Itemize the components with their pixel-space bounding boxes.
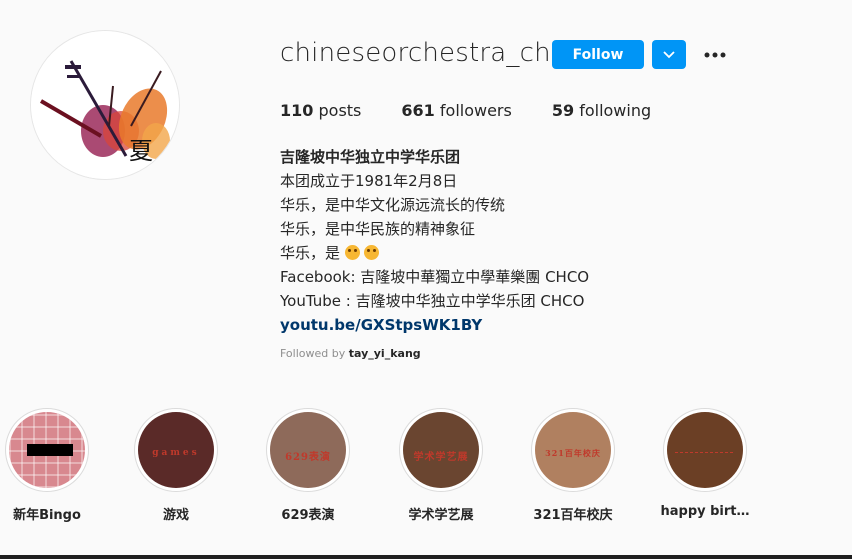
highlight-cover-ring: 学术学艺展 bbox=[399, 408, 483, 492]
highlight-item[interactable]: happy birt… bbox=[650, 408, 760, 519]
followers-label: followers bbox=[439, 101, 512, 120]
followed-by-prefix: Followed by bbox=[280, 347, 346, 360]
bio-line: 华乐，是 bbox=[280, 244, 341, 262]
bio-external-link[interactable]: youtu.be/GXStpsWK1BY bbox=[280, 313, 589, 337]
thinking-face-emoji-icon bbox=[363, 245, 379, 260]
highlight-cover-ring bbox=[663, 408, 747, 492]
posts-count: 110 bbox=[280, 101, 314, 120]
bio-line: 本团成立于1981年2月8日 bbox=[280, 172, 458, 190]
more-options-icon bbox=[704, 52, 726, 57]
avatar-char: 夏 bbox=[129, 137, 153, 165]
cover-decoration bbox=[675, 452, 735, 453]
profile-bio: 吉隆坡中华独立中学华乐团 本团成立于1981年2月8日 华乐，是中华文化源远流长… bbox=[280, 145, 589, 337]
highlight-cover bbox=[667, 412, 743, 488]
highlight-item[interactable]: games 游戏 bbox=[121, 408, 231, 523]
bio-line: 华乐，是中华民族的精神象征 bbox=[280, 220, 476, 238]
bio-line: 华乐，是中华文化源远流长的传统 bbox=[280, 196, 506, 214]
highlight-label: 学术学艺展 bbox=[408, 508, 474, 523]
orchestra-logo-image bbox=[31, 31, 179, 179]
highlight-cover-title: 629表演 bbox=[285, 452, 331, 463]
story-highlights: 新年Bingo games 游戏 629表演 629表演 学术学艺展 学术学艺展… bbox=[0, 408, 852, 538]
profile-stats: 110 posts 661 followers 59 following bbox=[280, 101, 691, 120]
profile-username: chineseorchestra_chkl bbox=[280, 38, 574, 68]
bio-facebook-line: Facebook: 吉隆坡中華獨立中學華樂團 CHCO bbox=[280, 268, 590, 286]
highlight-item[interactable]: 629表演 629表演 bbox=[253, 408, 363, 523]
highlight-cover bbox=[9, 412, 85, 488]
bingo-redaction-bar bbox=[27, 444, 73, 456]
following-count: 59 bbox=[551, 101, 575, 120]
highlight-item[interactable]: 新年Bingo bbox=[0, 408, 102, 523]
following-stat[interactable]: 59 following bbox=[552, 101, 651, 120]
chevron-down-icon bbox=[663, 50, 675, 58]
posts-stat: 110 posts bbox=[280, 101, 361, 120]
more-options-button[interactable] bbox=[700, 40, 730, 69]
highlight-cover-title: games bbox=[152, 448, 200, 458]
highlight-label: 629表演 bbox=[281, 508, 335, 523]
highlight-cover-ring: 629表演 bbox=[266, 408, 350, 492]
followers-count: 661 bbox=[401, 101, 435, 120]
bio-youtube-line: YouTube : 吉隆坡中华独立中学华乐团 CHCO bbox=[280, 292, 585, 310]
highlight-cover-ring: games bbox=[134, 408, 218, 492]
highlight-label: 游戏 bbox=[162, 508, 189, 523]
highlight-item[interactable]: 321百年校庆 321百年校庆 bbox=[518, 408, 628, 523]
highlight-cover: 629表演 bbox=[270, 412, 346, 488]
highlight-cover-title: 学术学艺展 bbox=[413, 452, 469, 463]
following-label: following bbox=[579, 101, 652, 120]
posts-label: posts bbox=[318, 101, 362, 120]
follow-button[interactable]: Follow bbox=[552, 40, 644, 69]
highlight-cover: 学术学艺展 bbox=[403, 412, 479, 488]
bio-name: 吉隆坡中华独立中学华乐团 bbox=[280, 148, 461, 166]
highlight-cover: 321百年校庆 bbox=[535, 412, 611, 488]
suggested-dropdown-button[interactable] bbox=[652, 40, 686, 69]
profile-avatar[interactable]: 夏 bbox=[30, 30, 180, 180]
highlight-cover: games bbox=[138, 412, 214, 488]
followed-by-text: Followed by tay_yi_kang bbox=[280, 347, 421, 360]
followed-by-user-link[interactable]: tay_yi_kang bbox=[349, 347, 421, 360]
highlight-cover-ring bbox=[5, 408, 89, 492]
highlight-label: 新年Bingo bbox=[13, 508, 81, 523]
followers-stat[interactable]: 661 followers bbox=[401, 101, 511, 120]
bottom-divider bbox=[0, 555, 852, 559]
highlight-cover-title: 321百年校庆 bbox=[545, 448, 601, 458]
highlight-item[interactable]: 学术学艺展 学术学艺展 bbox=[386, 408, 496, 523]
thinking-face-emoji-icon bbox=[344, 245, 360, 260]
bio-line-with-emoji: 华乐，是 bbox=[280, 241, 589, 265]
highlight-label: 321百年校庆 bbox=[533, 508, 613, 523]
highlight-label: happy birt… bbox=[660, 504, 750, 519]
highlight-cover-ring: 321百年校庆 bbox=[531, 408, 615, 492]
